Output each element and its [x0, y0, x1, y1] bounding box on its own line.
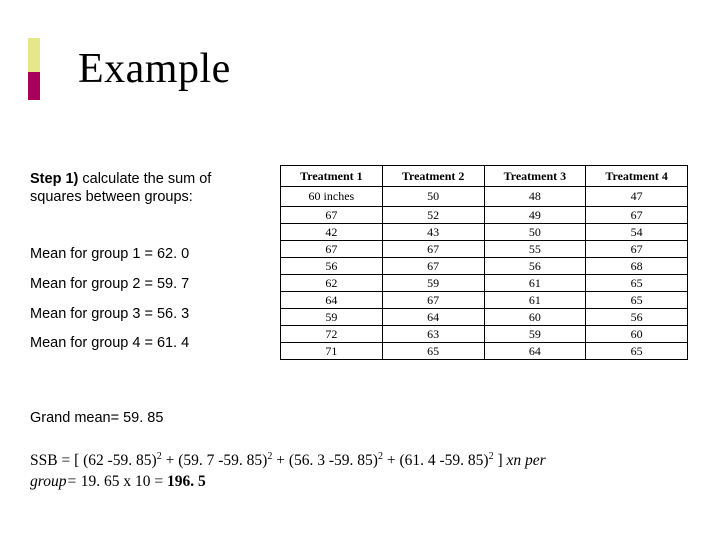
data-table-wrap: Treatment 1 Treatment 2 Treatment 3 Trea…: [280, 165, 688, 360]
cell: 67: [586, 207, 688, 224]
table-row: 72635960: [281, 326, 688, 343]
cell: 60: [484, 309, 586, 326]
table-row: 64676165: [281, 292, 688, 309]
cell: 72: [281, 326, 383, 343]
col-header: Treatment 2: [382, 166, 484, 187]
slide-title: Example: [78, 45, 231, 93]
cell: 59: [281, 309, 383, 326]
cell: 43: [382, 224, 484, 241]
cell: 49: [484, 207, 586, 224]
data-table: Treatment 1 Treatment 2 Treatment 3 Trea…: [280, 165, 688, 360]
cell: 56: [281, 258, 383, 275]
cell: 64: [484, 343, 586, 360]
table-row: 56675668: [281, 258, 688, 275]
cell: 62: [281, 275, 383, 292]
cell: 64: [382, 309, 484, 326]
mean-line: Mean for group 2 = 59. 7: [30, 270, 255, 300]
mean-line: Mean for group 1 = 62. 0: [30, 240, 255, 270]
cell: 59: [382, 275, 484, 292]
table-row: 67675567: [281, 241, 688, 258]
table-subheader-row: 60 inches 50 48 47: [281, 187, 688, 207]
cell: 65: [586, 275, 688, 292]
col-header: Treatment 4: [586, 166, 688, 187]
cell: 67: [382, 258, 484, 275]
cell: 59: [484, 326, 586, 343]
cell: 61: [484, 292, 586, 309]
cell: 50: [382, 187, 484, 207]
cell: 67: [382, 241, 484, 258]
cell: 63: [382, 326, 484, 343]
cell: 67: [281, 241, 383, 258]
mean-line: Mean for group 4 = 61. 4: [30, 329, 255, 359]
table-row: 62596165: [281, 275, 688, 292]
cell: 67: [281, 207, 383, 224]
cell: 50: [484, 224, 586, 241]
cell: 68: [586, 258, 688, 275]
grand-mean-line: Grand mean= 59. 85: [30, 410, 163, 426]
left-text-column: Step 1) calculate the sum of squares bet…: [30, 170, 255, 359]
cell: 65: [382, 343, 484, 360]
step-instruction: Step 1) calculate the sum of squares bet…: [30, 170, 255, 206]
cell: 67: [586, 241, 688, 258]
cell: 60: [586, 326, 688, 343]
cell: 42: [281, 224, 383, 241]
cell: 61: [484, 275, 586, 292]
cell: 60 inches: [281, 187, 383, 207]
cell: 71: [281, 343, 383, 360]
cell: 56: [586, 309, 688, 326]
col-header: Treatment 3: [484, 166, 586, 187]
cell: 48: [484, 187, 586, 207]
ssb-formula: SSB = [ (62 -59. 85)2 + (59. 7 -59. 85)2…: [30, 450, 690, 493]
group-means-list: Mean for group 1 = 62. 0 Mean for group …: [30, 240, 255, 359]
title-accent-bar: [28, 38, 40, 100]
table-header-row: Treatment 1 Treatment 2 Treatment 3 Trea…: [281, 166, 688, 187]
mean-line: Mean for group 3 = 56. 3: [30, 300, 255, 330]
cell: 64: [281, 292, 383, 309]
title-area: Example: [28, 38, 231, 100]
table-row: 67524967: [281, 207, 688, 224]
cell: 52: [382, 207, 484, 224]
table-row: 59646056: [281, 309, 688, 326]
table-row: 71656465: [281, 343, 688, 360]
cell: 67: [382, 292, 484, 309]
cell: 54: [586, 224, 688, 241]
cell: 65: [586, 343, 688, 360]
cell: 55: [484, 241, 586, 258]
step-label: Step 1): [30, 171, 78, 187]
cell: 47: [586, 187, 688, 207]
table-row: 42435054: [281, 224, 688, 241]
cell: 56: [484, 258, 586, 275]
col-header: Treatment 1: [281, 166, 383, 187]
cell: 65: [586, 292, 688, 309]
